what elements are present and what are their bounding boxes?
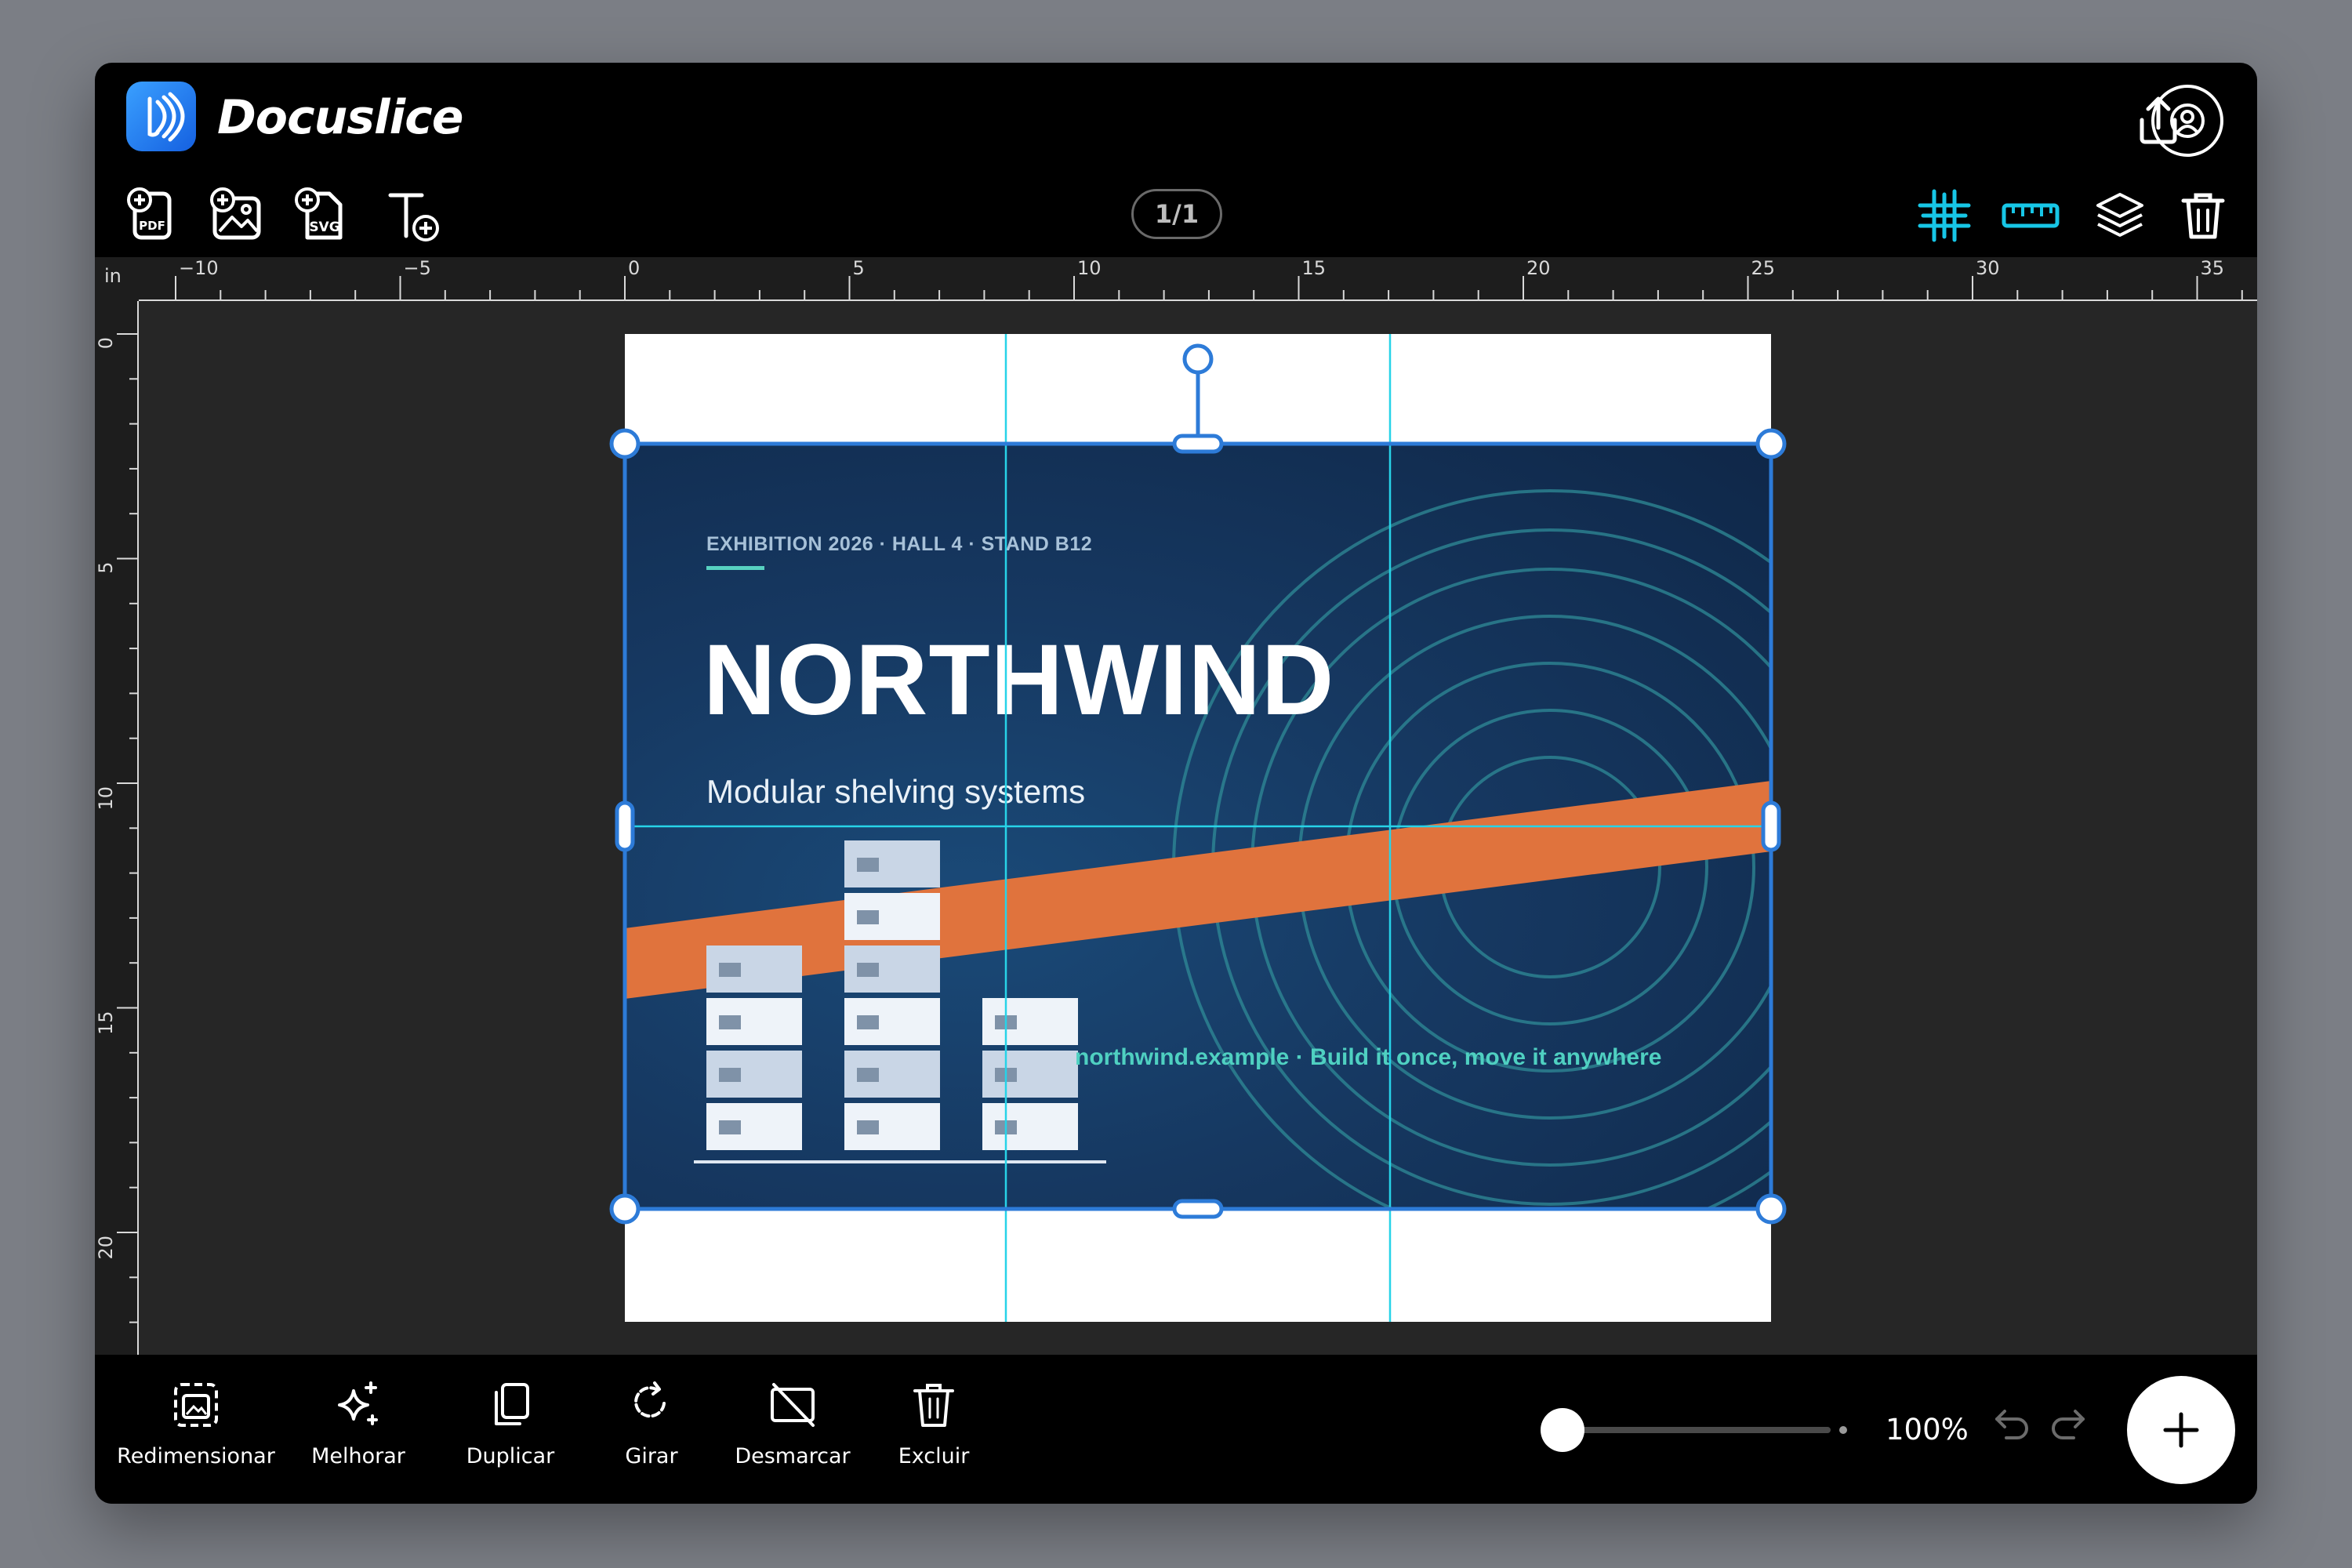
add-svg-icon: SVG — [295, 187, 343, 240]
delete-action-button[interactable]: Excluir — [879, 1380, 989, 1482]
zoom-slider-track[interactable] — [1572, 1427, 1831, 1433]
poster-title: NORTHWIND — [703, 624, 1335, 736]
ruler-label: 30 — [1976, 257, 2000, 279]
ruler-label: 10 — [1077, 257, 1102, 279]
trash-icon — [2181, 193, 2225, 239]
add-pdf-button[interactable]: PDF — [120, 182, 187, 249]
duplicate-icon — [495, 1383, 529, 1425]
redo-icon — [2052, 1410, 2085, 1439]
deselect-action-label: Desmarcar — [735, 1444, 851, 1468]
sparkle-enhance-icon — [338, 1381, 378, 1425]
undo-icon — [1995, 1410, 2028, 1439]
docuslice-logo-icon — [126, 82, 196, 151]
ruler-label: 20 — [1526, 257, 1551, 279]
delete-button[interactable] — [2169, 182, 2237, 249]
app-window: Docuslice PDF SVG 1/1 −10 −5 0 5 10 15 2… — [95, 63, 2257, 1504]
resize-icon — [174, 1383, 218, 1427]
grid-icon — [1918, 189, 1971, 242]
ruler-label: 0 — [628, 257, 640, 279]
duplicate-action-label: Duplicar — [466, 1444, 555, 1468]
resize-action-button[interactable]: Redimensionar — [114, 1380, 278, 1482]
horizontal-ruler: −10 −5 0 5 10 15 20 25 30 35 — [95, 257, 2257, 301]
ruler-label: 5 — [95, 562, 117, 574]
trash-icon — [913, 1384, 954, 1427]
zoom-slider-thumb[interactable] — [1541, 1408, 1584, 1452]
undo-button[interactable] — [1991, 1400, 2034, 1444]
poster-subtitle: Modular shelving systems — [706, 773, 1086, 810]
ruler-label: −5 — [404, 257, 431, 279]
poster-footer: northwind.example · Build it once, move … — [1075, 1044, 1662, 1070]
resize-action-label: Redimensionar — [117, 1444, 275, 1468]
add-text-icon — [388, 193, 439, 241]
ruler-label: 15 — [1302, 257, 1327, 279]
zoom-level-value: 100% — [1886, 1413, 1969, 1446]
poster-meta-underline — [706, 566, 764, 570]
ruler-label: 25 — [1751, 257, 1776, 279]
add-text-button[interactable] — [380, 182, 448, 249]
delete-action-label: Excluir — [898, 1444, 970, 1468]
page-indicator[interactable]: 1/1 — [1131, 189, 1222, 239]
enhance-action-button[interactable]: Melhorar — [296, 1380, 421, 1482]
ruler-label: 15 — [95, 1011, 117, 1036]
svg-text:PDF: PDF — [139, 219, 165, 233]
account-button[interactable] — [2150, 83, 2225, 158]
layers-button[interactable] — [2086, 182, 2154, 249]
ruler-label: 5 — [853, 257, 865, 279]
rotate-action-button[interactable]: Girar — [589, 1380, 714, 1482]
duplicate-action-button[interactable]: Duplicar — [448, 1380, 573, 1482]
rotate-icon — [634, 1381, 666, 1418]
ruler-icon — [2002, 203, 2060, 228]
ruler-label: −10 — [179, 257, 219, 279]
redo-button[interactable] — [2045, 1400, 2089, 1444]
deselect-action-button[interactable]: Desmarcar — [722, 1380, 863, 1482]
layers-icon — [2096, 193, 2143, 237]
deselect-icon — [771, 1383, 815, 1427]
poster-meta-text: EXHIBITION 2026 · HALL 4 · STAND B12 — [706, 533, 1093, 555]
app-title: Docuslice — [217, 90, 463, 145]
vertical-ruler: 0 5 10 15 20 — [95, 257, 139, 1417]
poster-image[interactable]: EXHIBITION 2026 · HALL 4 · STAND B12 NOR… — [625, 444, 1771, 1209]
account-circle-icon — [2151, 85, 2223, 157]
add-pdf-icon: PDF — [127, 187, 172, 240]
add-image-button[interactable] — [205, 182, 272, 249]
ruler-label: 20 — [95, 1236, 117, 1260]
ruler-label: 35 — [2201, 257, 2225, 279]
add-element-fab[interactable] — [2127, 1376, 2235, 1484]
rotate-action-label: Girar — [625, 1444, 678, 1468]
add-image-icon — [210, 187, 261, 240]
ruler-label: 0 — [95, 337, 117, 349]
zoom-slider-end-dot — [1839, 1426, 1847, 1434]
plus-icon — [2163, 1412, 2199, 1448]
poster-graphic — [625, 489, 1771, 1209]
ruler-label: 10 — [95, 786, 117, 811]
add-svg-button[interactable]: SVG — [289, 182, 357, 249]
ruler-unit-label: in — [104, 265, 122, 287]
enhance-action-label: Melhorar — [311, 1444, 405, 1468]
ruler-toggle[interactable] — [1997, 182, 2064, 249]
grid-toggle[interactable] — [1911, 182, 1978, 249]
svg-text:SVG: SVG — [309, 220, 339, 235]
